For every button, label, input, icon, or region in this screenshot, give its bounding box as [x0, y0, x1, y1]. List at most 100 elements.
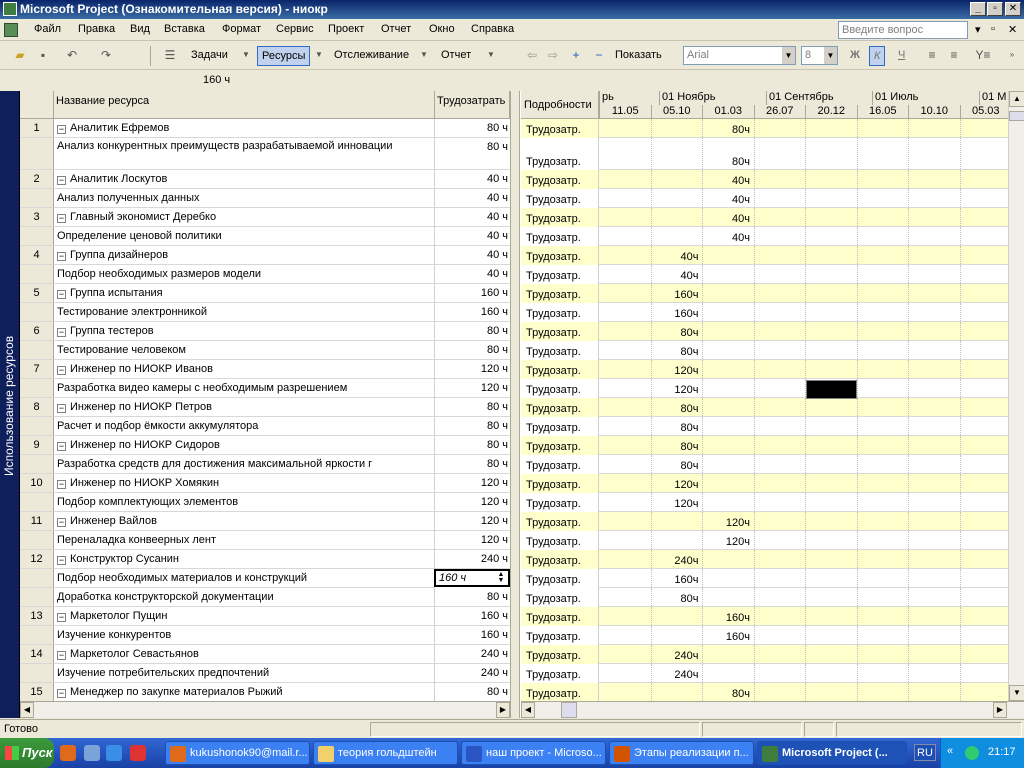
minus-icon[interactable]: −	[591, 47, 607, 63]
work-cell[interactable]: 80 ч	[435, 588, 510, 607]
menu-format[interactable]: Формат	[222, 23, 261, 35]
work-value[interactable]: 120ч	[651, 479, 701, 491]
collapse-icon[interactable]: −	[57, 404, 66, 413]
row-id[interactable]	[20, 341, 54, 360]
align-center-icon[interactable]: ≡	[946, 47, 962, 63]
document-icon[interactable]	[4, 23, 18, 37]
row-id[interactable]	[20, 455, 54, 474]
assignment-row[interactable]: Изучение потребительских предпочтений 240…	[20, 664, 510, 683]
menu-help[interactable]: Справка	[471, 23, 514, 35]
work-value[interactable]: 120ч	[702, 517, 752, 529]
work-value[interactable]: 80ч	[651, 422, 701, 434]
taskbar-item-project[interactable]: Microsoft Project (...	[757, 741, 907, 765]
work-value[interactable]: 80ч	[651, 460, 701, 472]
collapse-icon[interactable]: −	[57, 125, 66, 134]
work-value[interactable]: 120ч	[651, 384, 701, 396]
work-value[interactable]: 40ч	[651, 270, 701, 282]
work-value[interactable]: 80ч	[702, 688, 752, 700]
row-id[interactable]	[20, 189, 54, 208]
resource-name-cell[interactable]: Переналадка конвеерных лент	[54, 531, 435, 550]
save-icon[interactable]: ▪	[35, 47, 51, 63]
row-id[interactable]: 9	[20, 436, 54, 455]
collapse-icon[interactable]: −	[57, 556, 66, 565]
row-id[interactable]: 3	[20, 208, 54, 227]
work-cell[interactable]: 40 ч	[435, 208, 510, 227]
work-value[interactable]: 160ч	[702, 631, 752, 643]
resource-name-cell[interactable]: − Инженер по НИОКР Хомякин	[54, 474, 435, 493]
collapse-icon[interactable]: −	[57, 366, 66, 375]
resource-row[interactable]: 10− Инженер по НИОКР Хомякин 120 ч	[20, 474, 510, 493]
row-id[interactable]	[20, 588, 54, 607]
menu-file[interactable]: Файл	[34, 23, 61, 35]
resource-name-cell[interactable]: Доработка конструкторской документации	[54, 588, 435, 607]
work-cell[interactable]: 120 ч	[435, 531, 510, 550]
work-cell[interactable]: 40 ч	[435, 227, 510, 246]
collapse-icon[interactable]: −	[57, 328, 66, 337]
work-value[interactable]: 80ч	[702, 124, 752, 136]
resource-name-cell[interactable]: − Главный экономист Деребко	[54, 208, 435, 227]
selected-grid-cell[interactable]	[806, 380, 857, 399]
report-button[interactable]: Отчет	[437, 46, 475, 66]
work-cell[interactable]: 80 ч	[435, 322, 510, 341]
resource-name-cell[interactable]: Анализ конкурентных преимуществ разрабат…	[54, 138, 435, 170]
work-cell[interactable]: 80 ч	[435, 436, 510, 455]
work-cell[interactable]: 240 ч	[435, 645, 510, 664]
table-horizontal-scrollbar[interactable]: ◀ ▶	[20, 701, 510, 718]
tasks-dropdown-icon[interactable]: ▼	[238, 47, 254, 63]
plus-icon[interactable]: +	[568, 47, 584, 63]
tracking-dropdown-icon[interactable]: ▼	[416, 47, 432, 63]
row-id[interactable]	[20, 626, 54, 645]
row-id[interactable]	[20, 265, 54, 284]
assignment-row[interactable]: Изучение конкурентов 160 ч	[20, 626, 510, 645]
work-edit-input[interactable]: 160 ч ▲ ▼	[434, 569, 510, 587]
work-cell[interactable]: 80 ч	[435, 398, 510, 417]
resource-name-cell[interactable]: − Группа дизайнеров	[54, 246, 435, 265]
row-id[interactable]	[20, 303, 54, 322]
toolbar-options-icon[interactable]: »	[1004, 47, 1020, 63]
work-value[interactable]: 240ч	[651, 650, 701, 662]
menu-edit[interactable]: Правка	[78, 23, 115, 35]
row-id[interactable]: 8	[20, 398, 54, 417]
resource-name-cell[interactable]: Изучение конкурентов	[54, 626, 435, 645]
table-scroll-right-icon[interactable]: ▶	[496, 702, 510, 718]
spinner-icon[interactable]: ▲ ▼	[495, 571, 507, 585]
collapse-icon[interactable]: −	[57, 613, 66, 622]
row-id[interactable]: 1	[20, 119, 54, 138]
resource-row[interactable]: 6− Группа тестеров 80 ч	[20, 322, 510, 341]
work-value[interactable]: 40ч	[702, 194, 752, 206]
assignment-row[interactable]: Определение ценовой политики 40 ч	[20, 227, 510, 246]
row-id[interactable]: 15	[20, 683, 54, 701]
column-header-work[interactable]: Трудозатрать	[435, 91, 510, 119]
collapse-icon[interactable]: −	[57, 290, 66, 299]
menu-view[interactable]: Вид	[130, 23, 150, 35]
media-icon[interactable]	[84, 745, 100, 761]
resource-row[interactable]: 9− Инженер по НИОКР Сидоров 80 ч	[20, 436, 510, 455]
resource-row[interactable]: 13− Маркетолог Пущин 160 ч	[20, 607, 510, 626]
restore-doc-icon[interactable]: ▫	[991, 23, 995, 35]
assignment-row[interactable]: Доработка конструкторской документации 80…	[20, 588, 510, 607]
work-cell[interactable]: 160 ч	[435, 607, 510, 626]
work-value[interactable]: 160ч	[651, 574, 701, 586]
work-value[interactable]: 80ч	[651, 593, 701, 605]
work-cell[interactable]: 80 ч	[435, 417, 510, 436]
minimize-button[interactable]: _	[970, 2, 986, 16]
taskbar-item-powerpoint[interactable]: Этапы реализации п...	[609, 741, 754, 765]
resource-row[interactable]: 7− Инженер по НИОКР Иванов 120 ч	[20, 360, 510, 379]
maximize-button[interactable]: ▫	[987, 2, 1003, 16]
resource-name-cell[interactable]: − Группа тестеров	[54, 322, 435, 341]
grid-horizontal-scrollbar[interactable]: ◀ ▶	[521, 701, 1024, 718]
open-icon[interactable]: ▰	[12, 47, 28, 63]
help-question-input[interactable]: Введите вопрос	[838, 21, 968, 39]
underline-button[interactable]: Ч	[894, 46, 909, 66]
arrow-left-icon[interactable]: ⇦	[524, 47, 540, 63]
menu-insert[interactable]: Вставка	[164, 23, 205, 35]
row-id[interactable]: 4	[20, 246, 54, 265]
tray-app-icon[interactable]	[965, 746, 979, 760]
resource-name-cell[interactable]: − Инженер по НИОКР Иванов	[54, 360, 435, 379]
resource-row[interactable]: 3− Главный экономист Деребко 40 ч	[20, 208, 510, 227]
resource-name-cell[interactable]: − Инженер по НИОКР Петров	[54, 398, 435, 417]
report-dropdown-icon[interactable]: ▼	[483, 47, 499, 63]
resource-name-cell[interactable]: − Маркетолог Севастьянов	[54, 645, 435, 664]
row-id[interactable]: 5	[20, 284, 54, 303]
resource-name-cell[interactable]: − Группа испытания	[54, 284, 435, 303]
